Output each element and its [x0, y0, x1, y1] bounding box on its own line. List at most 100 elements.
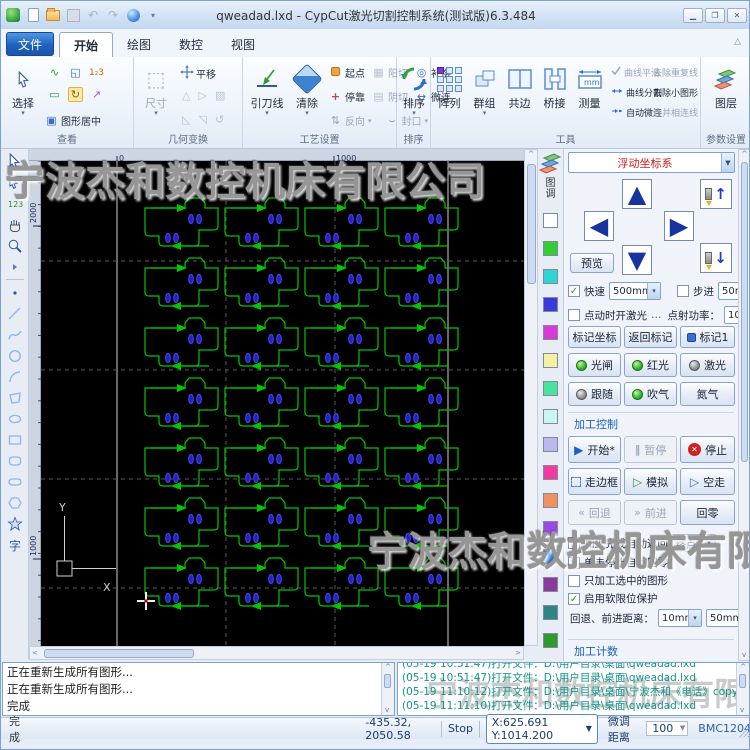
jog-right-button[interactable]: ▶ [664, 211, 694, 241]
dry-run-button[interactable]: ▷空走 [680, 468, 735, 495]
start-point-button[interactable]: 起点 [329, 65, 365, 80]
checkbox-1[interactable] [568, 557, 580, 569]
panel-scrollbar[interactable]: ^v [738, 149, 750, 661]
file-history-scrollbar[interactable]: ^v [736, 663, 749, 715]
polygon-tool[interactable] [4, 387, 26, 408]
color-swatch-6[interactable] [543, 381, 558, 396]
group-button[interactable]: 群组▾ [468, 60, 501, 132]
tab-绘图[interactable]: 绘图 [113, 32, 165, 57]
color-swatch-10[interactable] [543, 493, 558, 508]
open-file-icon[interactable] [45, 7, 61, 23]
node-edit-icon[interactable]: ↗ [89, 87, 104, 102]
close-button[interactable]: ✕ [727, 8, 747, 23]
fine-tune-combo[interactable]: 100▼ [646, 721, 688, 736]
theme-icon[interactable] [125, 7, 141, 23]
z-down-button[interactable]: ↓ [700, 243, 732, 273]
step-checkbox[interactable] [677, 285, 689, 297]
restore-button[interactable]: ❐ [705, 8, 725, 23]
message-log-scrollbar[interactable]: ^v [381, 663, 394, 715]
zoom-tool[interactable] [4, 235, 26, 256]
frame-button[interactable]: 走边框 [568, 468, 621, 495]
follow-button[interactable]: 跟随 [568, 382, 621, 406]
rotate-any-icon[interactable]: ↺ [215, 113, 224, 126]
tab-视图[interactable]: 视图 [217, 32, 269, 57]
color-swatch-3[interactable] [543, 297, 558, 312]
mark1-button[interactable]: 标记1 [680, 326, 735, 348]
nitrogen-button[interactable]: 氮气 [680, 382, 735, 406]
rotate-left-icon[interactable]: ◺ [182, 113, 190, 126]
arc-tool[interactable] [4, 366, 26, 387]
mirror-v-icon[interactable]: △ [182, 89, 190, 102]
start-button[interactable]: ▶开始* [568, 436, 621, 463]
undo-icon[interactable]: ↶ [85, 7, 101, 23]
tab-开始[interactable]: 开始 [59, 32, 113, 57]
mirror-h-icon[interactable]: ▷ [198, 89, 206, 102]
shear-icon[interactable]: ▧ [215, 89, 225, 102]
jog-laser-checkbox[interactable] [568, 309, 580, 321]
fast-speed-combo[interactable]: 500mm/s▾ [609, 282, 661, 300]
mark-coord-button[interactable]: 标记坐标 [568, 326, 621, 348]
pause-button[interactable]: ‖暂停 [624, 436, 677, 463]
node-select-tool[interactable] [4, 172, 26, 193]
color-swatch-4[interactable] [543, 325, 558, 340]
message-log[interactable]: 正在重新生成所有图形...正在重新生成所有图形...完成 ^v [2, 662, 395, 716]
clear-button[interactable]: 清除▾ [289, 60, 325, 132]
color-swatch-13[interactable] [543, 577, 558, 592]
shutter-button[interactable]: 光闸 [568, 353, 621, 377]
rect-tool[interactable] [4, 429, 26, 450]
coord-system-combo[interactable]: 浮动坐标系▼ [568, 152, 735, 173]
red-light-button[interactable]: 红光 [624, 353, 677, 377]
lead-line-button[interactable]: 引刀线▾ [247, 60, 287, 132]
color-swatch-5[interactable] [543, 353, 558, 368]
translate-button[interactable]: 平移 [180, 65, 216, 82]
redo-icon[interactable]: ↷ [105, 7, 121, 23]
file-menu-button[interactable]: 文件 [6, 32, 54, 56]
return-point-combo[interactable]: 终点▾ [672, 534, 716, 552]
line-tool[interactable] [4, 303, 26, 324]
reverse-button[interactable]: ⇅反向▾ [329, 113, 372, 128]
v-scroll-thumb[interactable] [527, 164, 536, 284]
more-link[interactable]: … [651, 309, 662, 321]
curve-icon[interactable]: ∿ [47, 65, 62, 80]
checkbox-3[interactable]: ✓ [568, 593, 580, 605]
color-swatch-15[interactable] [543, 633, 558, 648]
center-graphic-button[interactable]: ▣图形居中 [45, 113, 101, 128]
select-button[interactable]: 选择▾ [4, 60, 42, 132]
simulate-button[interactable]: ▷模拟 [624, 468, 677, 495]
roundrect-tool[interactable] [4, 450, 26, 471]
color-swatch-7[interactable] [543, 409, 558, 424]
fast-checkbox[interactable]: ✓ [568, 285, 580, 297]
toolbar-options-icon[interactable]: ▾ [145, 7, 161, 23]
new-file-icon[interactable] [25, 7, 41, 23]
tool-item-去除重复线[interactable]: 去除重复线 [653, 66, 698, 79]
z-up-button[interactable]: ↑ [700, 179, 732, 209]
color-swatch-12[interactable] [543, 549, 558, 564]
h-scroll-thumb[interactable] [44, 649, 194, 658]
laser-button[interactable]: 激光 [680, 353, 735, 377]
color-swatch-0[interactable] [543, 213, 558, 228]
return-mark-button[interactable]: 返回标记 [624, 326, 677, 348]
save-icon[interactable] [65, 7, 81, 23]
drawing-canvas[interactable]: YX [41, 161, 524, 646]
polyline-tool[interactable] [4, 324, 26, 345]
color-swatch-9[interactable] [543, 465, 558, 480]
select-tool[interactable] [4, 151, 26, 172]
hexagon-tool[interactable] [4, 492, 26, 513]
common-edge-button[interactable]: 共边 [503, 60, 536, 132]
distance-combo[interactable]: 10mm▾ [658, 609, 702, 627]
rotate-icons-row[interactable]: ◺◹↺ [182, 113, 224, 126]
color-swatch-8[interactable] [543, 437, 558, 452]
canvas-vertical-scrollbar[interactable]: ^ [524, 149, 538, 646]
flyout-more[interactable] [4, 256, 26, 277]
rotate-view-icon[interactable]: ↻ [68, 87, 83, 102]
forward-button[interactable]: »前进 [624, 500, 677, 525]
dock-button[interactable]: +停靠 [329, 89, 365, 104]
collapse-ribbon-icon[interactable]: △ [734, 37, 741, 47]
outline-icon[interactable]: ▭ [47, 87, 62, 102]
resize-grip[interactable] [739, 727, 749, 737]
color-swatch-1[interactable] [543, 241, 558, 256]
preview-button[interactable]: 预览 [570, 253, 614, 273]
stop-button[interactable]: ✕停止 [680, 436, 735, 463]
sort-button[interactable]: 排序▾ [398, 60, 430, 132]
fill-display-icon[interactable]: ◱ [68, 65, 83, 80]
